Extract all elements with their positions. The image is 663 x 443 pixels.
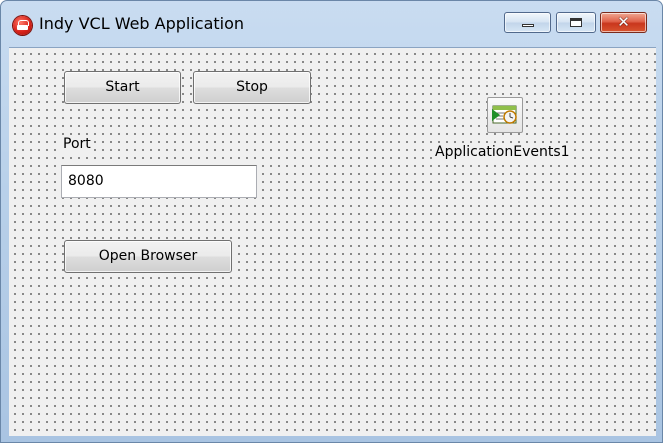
application-events-component[interactable] [487,97,523,133]
title-bar[interactable]: Indy VCL Web Application ✕ [1,1,662,47]
application-window: Indy VCL Web Application ✕ Start Stop Po… [0,0,663,443]
start-button[interactable]: Start [64,71,181,104]
minimize-button[interactable] [504,12,551,33]
maximize-button[interactable] [556,12,596,33]
application-events-icon [492,105,517,124]
open-browser-button[interactable]: Open Browser [64,240,232,273]
maximize-icon [570,18,582,27]
port-label: Port [62,136,92,152]
close-button[interactable]: ✕ [600,12,647,33]
component-label: ApplicationEvents1 [433,144,572,160]
app-icon[interactable] [13,16,32,35]
minimize-icon [522,24,534,27]
form-design-surface[interactable]: Start Stop Port 8080 Open Browser Applic… [9,47,656,436]
window-title: Indy VCL Web Application [39,14,245,33]
port-input[interactable]: 8080 [61,165,257,198]
close-icon: ✕ [617,13,630,31]
stop-button[interactable]: Stop [193,71,311,104]
